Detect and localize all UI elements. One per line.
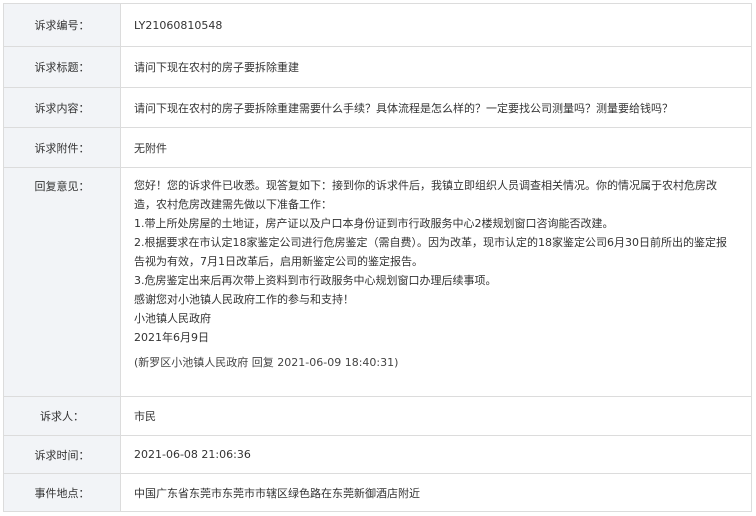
appeal-time-label: 诉求时间： — [3, 435, 121, 474]
appeal-detail-table: 诉求编号： LY21060810548 诉求标题： 请问下现在农村的房子要拆除重… — [3, 3, 752, 512]
reply-line: 您好！您的诉求件已收悉。现答复如下：接到你的诉求件后，我镇立即组织人员调查相关情… — [134, 179, 717, 192]
appeal-title-label: 诉求标题： — [3, 46, 121, 88]
appeal-attachment-label: 诉求附件： — [3, 127, 121, 168]
reply-label: 回复意见： — [3, 167, 121, 397]
appeal-time-value: 2021-06-08 21:06:36 — [120, 435, 752, 474]
appeal-attachment-value: 无附件 — [120, 127, 752, 168]
row-appeal-title: 诉求标题： 请问下现在农村的房子要拆除重建 — [3, 46, 752, 88]
row-appeal-attachment: 诉求附件： 无附件 — [3, 127, 752, 168]
appeal-content-value: 请问下现在农村的房子要拆除重建需要什么手续？具体流程是怎么样的？一定要找公司测量… — [120, 87, 752, 128]
petitioner-label: 诉求人： — [3, 396, 121, 436]
event-location-label: 事件地点： — [3, 473, 121, 512]
appeal-title-value: 请问下现在农村的房子要拆除重建 — [120, 46, 752, 88]
appeal-number-value: LY21060810548 — [120, 3, 752, 47]
appeal-number-label: 诉求编号： — [3, 3, 121, 47]
reply-line: 2.根据要求在市认定18家鉴定公司进行危房鉴定（需自费）。因为改革，现市认定的1… — [134, 236, 727, 249]
row-event-location: 事件地点： 中国广东省东莞市东莞市市辖区绿色路在东莞新御酒店附近 — [3, 473, 752, 512]
petitioner-value: 市民 — [120, 396, 752, 436]
event-location-value: 中国广东省东莞市东莞市市辖区绿色路在东莞新御酒店附近 — [120, 473, 752, 512]
reply-line: 告视为有效，7月1日改革后，启用新鉴定公司的鉴定报告。 — [134, 255, 423, 268]
row-petitioner: 诉求人： 市民 — [3, 396, 752, 436]
reply-date: 2021年6月9日 — [134, 331, 209, 344]
reply-line: 1.带上所处房屋的土地证，房产证以及户口本身份证到市行政服务中心2楼规划窗口咨询… — [134, 217, 614, 230]
reply-line: 感谢您对小池镇人民政府工作的参与和支持！ — [134, 293, 354, 306]
reply-line: 造，农村危房改建需先做以下准备工作： — [134, 198, 332, 211]
reply-meta: (新罗区小池镇人民政府 回复 2021-06-09 18:40:31) — [134, 356, 399, 369]
row-appeal-time: 诉求时间： 2021-06-08 21:06:36 — [3, 435, 752, 474]
reply-signature: 小池镇人民政府 — [134, 312, 211, 325]
row-reply: 回复意见： 您好！您的诉求件已收悉。现答复如下：接到你的诉求件后，我镇立即组织人… — [3, 167, 752, 397]
row-appeal-number: 诉求编号： LY21060810548 — [3, 3, 752, 47]
reply-line: 3.危房鉴定出来后再次带上资料到市行政服务中心规划窗口办理后续事项。 — [134, 274, 497, 287]
appeal-content-label: 诉求内容： — [3, 87, 121, 128]
row-appeal-content: 诉求内容： 请问下现在农村的房子要拆除重建需要什么手续？具体流程是怎么样的？一定… — [3, 87, 752, 128]
reply-content: 您好！您的诉求件已收悉。现答复如下：接到你的诉求件后，我镇立即组织人员调查相关情… — [120, 167, 752, 397]
